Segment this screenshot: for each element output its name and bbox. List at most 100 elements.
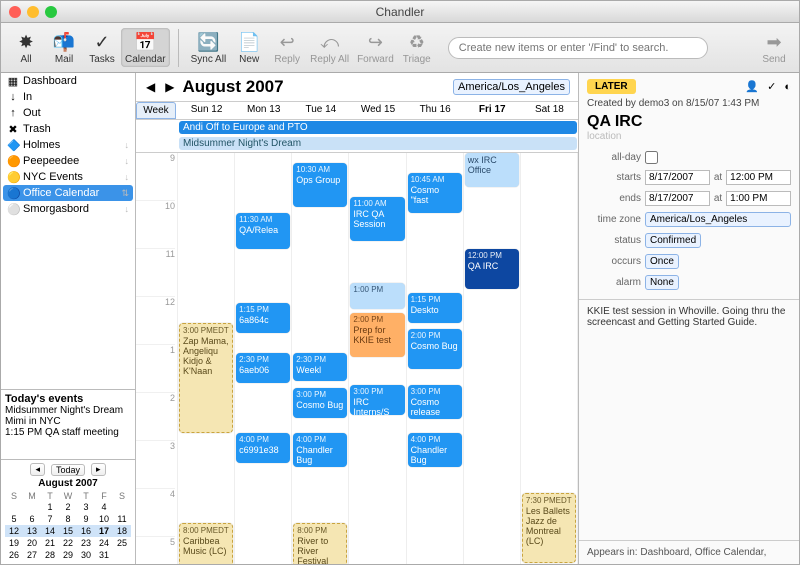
day-header[interactable]: Thu 16 — [407, 102, 464, 119]
mini-day[interactable]: 19 — [5, 537, 23, 549]
occurs-combo[interactable]: Once — [645, 254, 679, 269]
mode-tasks-button[interactable]: ✓Tasks — [83, 28, 121, 67]
mini-day[interactable]: 16 — [77, 525, 95, 537]
week-label[interactable]: Week — [136, 102, 176, 119]
calendar-event[interactable]: 10:45 AMCosmo "fast — [408, 173, 462, 213]
sidebar-item-nyc-events[interactable]: 🟡NYC Events↓ — [1, 169, 135, 185]
day-header[interactable]: Wed 15 — [349, 102, 406, 119]
mini-day[interactable]: 11 — [113, 513, 131, 525]
minimize-icon[interactable] — [27, 6, 39, 18]
sidebar-item-trash[interactable]: ✖Trash — [1, 121, 135, 137]
location-field[interactable]: location — [587, 131, 791, 142]
calendar-event[interactable]: 1:15 PM6a864c — [236, 303, 290, 333]
sidebar-item-out[interactable]: ↑Out — [1, 105, 135, 121]
new-button[interactable]: 📄New — [230, 28, 268, 67]
day-column[interactable]: 10:45 AMCosmo "fast1:15 PMDeskto2:00 PMC… — [407, 153, 464, 564]
mini-day[interactable]: 22 — [59, 537, 77, 549]
day-column[interactable]: 11:00 AMIRC QA Session 1:00 PM 2:00 PMPrep… — [349, 153, 406, 564]
calendar-event[interactable]: 2:30 PMWeekl — [293, 353, 347, 381]
mini-day[interactable]: 14 — [41, 525, 59, 537]
calendar-event[interactable]: 4:00 PMc6991e38 — [236, 433, 290, 463]
triage-later-badge[interactable]: LATER — [587, 79, 636, 94]
mode-calendar-button[interactable]: 📅Calendar — [121, 28, 170, 67]
mini-day[interactable]: 1 — [41, 501, 59, 513]
triage-button[interactable]: ♻Triage — [398, 28, 436, 67]
mini-day[interactable]: 23 — [77, 537, 95, 549]
calendar-event[interactable]: 8:00 PMEDTCaribbea Music (LC) — [179, 523, 233, 564]
sidebar-item-office-calendar[interactable]: 🔵Office Calendar⇅ — [3, 185, 133, 201]
mini-day[interactable]: 25 — [113, 537, 131, 549]
mini-day[interactable]: 10 — [95, 513, 113, 525]
time-grid[interactable]: 910111212345678 3:00 PMEDTZap Mama, Ange… — [136, 153, 578, 564]
sidebar-item-peepeedee[interactable]: 🟠Peepeedee↓ — [1, 153, 135, 169]
day-header[interactable]: Sat 18 — [521, 102, 578, 119]
today-event[interactable]: Midsummer Night's Dream — [5, 405, 131, 416]
calendar-event[interactable]: 1:00 PM — [350, 283, 404, 309]
mini-day[interactable]: 13 — [23, 525, 41, 537]
prev-week-button[interactable]: ◀ — [144, 80, 157, 94]
today-event[interactable]: 1:15 PM QA staff meeting — [5, 427, 131, 438]
mini-day[interactable]: 20 — [23, 537, 41, 549]
calendar-event[interactable]: 10:30 AMOps Group — [293, 163, 347, 207]
calendar-event[interactable]: 11:00 AMIRC QA Session — [350, 197, 404, 241]
calendar-event[interactable]: 3:00 PMIRC Interns/S — [350, 385, 404, 415]
forward-button[interactable]: ↪Forward — [353, 28, 398, 67]
mode-mail-button[interactable]: 📬Mail — [45, 28, 83, 67]
allday-event[interactable]: Midsummer Night's Dream — [179, 137, 577, 150]
end-date-input[interactable] — [645, 191, 710, 206]
reply-button[interactable]: ↩Reply — [268, 28, 306, 67]
search-field[interactable] — [448, 37, 708, 59]
mini-next[interactable]: ▸ — [91, 463, 106, 476]
end-time-input[interactable] — [726, 191, 791, 206]
day-header[interactable]: Mon 13 — [235, 102, 292, 119]
day-column[interactable]: wx IRC Office 12:00 PMQA IRC — [464, 153, 521, 564]
mini-day[interactable]: 31 — [95, 549, 113, 561]
allday-event[interactable]: Andi Off to Europe and PTO — [179, 121, 577, 134]
mini-day[interactable]: 21 — [41, 537, 59, 549]
mini-day[interactable]: 9 — [77, 513, 95, 525]
calendar-event[interactable]: 2:00 PMPrep for KKIE test — [350, 313, 404, 357]
person-icon[interactable]: 👤 — [745, 80, 759, 93]
day-column[interactable]: 3:00 PMEDTZap Mama, Angeliqu Kidjo & K'N… — [178, 153, 235, 564]
calendar-event[interactable]: 2:00 PMCosmo Bug — [408, 329, 462, 369]
check-icon[interactable]: ✓ — [767, 80, 776, 93]
calendar-event[interactable]: 7:30 PMEDTLes Ballets Jazz de Montreal (… — [522, 493, 576, 563]
sidebar-item-in[interactable]: ↓In — [1, 89, 135, 105]
send-button[interactable]: ➡ Send — [755, 28, 793, 67]
mini-day[interactable]: 18 — [113, 525, 131, 537]
next-week-button[interactable]: ▶ — [163, 80, 176, 94]
timezone-selector[interactable]: America/Los_Angeles — [453, 79, 570, 95]
day-column[interactable]: 11:30 AMQA/Relea1:15 PM6a864c2:30 PM6aeb… — [235, 153, 292, 564]
mini-day[interactable] — [113, 549, 131, 561]
sidebar-item-holmes[interactable]: 🔷Holmes↓ — [1, 137, 135, 153]
start-date-input[interactable] — [645, 170, 710, 185]
calendar-event[interactable]: 3:00 PMCosmo release — [408, 385, 462, 419]
mini-day[interactable]: 30 — [77, 549, 95, 561]
allday-checkbox[interactable] — [645, 151, 658, 164]
day-header[interactable]: Fri 17 — [464, 102, 521, 119]
mini-day[interactable]: 27 — [23, 549, 41, 561]
calendar-event[interactable]: 8:00 PMRiver to River Festival Movie Nig… — [293, 523, 347, 564]
timezone-combo[interactable]: America/Los_Angeles — [645, 212, 791, 227]
calendar-event[interactable]: 4:00 PMChandler Bug — [293, 433, 347, 467]
mini-day[interactable]: 2 — [59, 501, 77, 513]
mini-day[interactable]: 24 — [95, 537, 113, 549]
mini-day[interactable] — [23, 501, 41, 513]
day-column[interactable]: 7:30 PMEDTLes Ballets Jazz de Montreal (… — [521, 153, 578, 564]
zoom-icon[interactable] — [45, 6, 57, 18]
mini-day[interactable] — [5, 501, 23, 513]
reply-all-button[interactable]: ⤺Reply All — [306, 28, 353, 67]
day-header[interactable]: Sun 12 — [178, 102, 235, 119]
close-icon[interactable] — [9, 6, 21, 18]
alarm-combo[interactable]: None — [645, 275, 679, 290]
mini-day[interactable]: 7 — [41, 513, 59, 525]
mini-day[interactable]: 28 — [41, 549, 59, 561]
calendar-event[interactable]: 12:00 PMQA IRC — [465, 249, 519, 289]
mini-day[interactable]: 29 — [59, 549, 77, 561]
calendar-event[interactable]: 11:30 AMQA/Relea — [236, 213, 290, 249]
calendar-event[interactable]: wx IRC Office — [465, 153, 519, 187]
mini-prev[interactable]: ◂ — [30, 463, 45, 476]
sidebar-item-dashboard[interactable]: ▦Dashboard — [1, 73, 135, 89]
today-event[interactable]: Mimi in NYC — [5, 416, 131, 427]
calendar-event[interactable]: 3:00 PMCosmo Bug — [293, 388, 347, 418]
